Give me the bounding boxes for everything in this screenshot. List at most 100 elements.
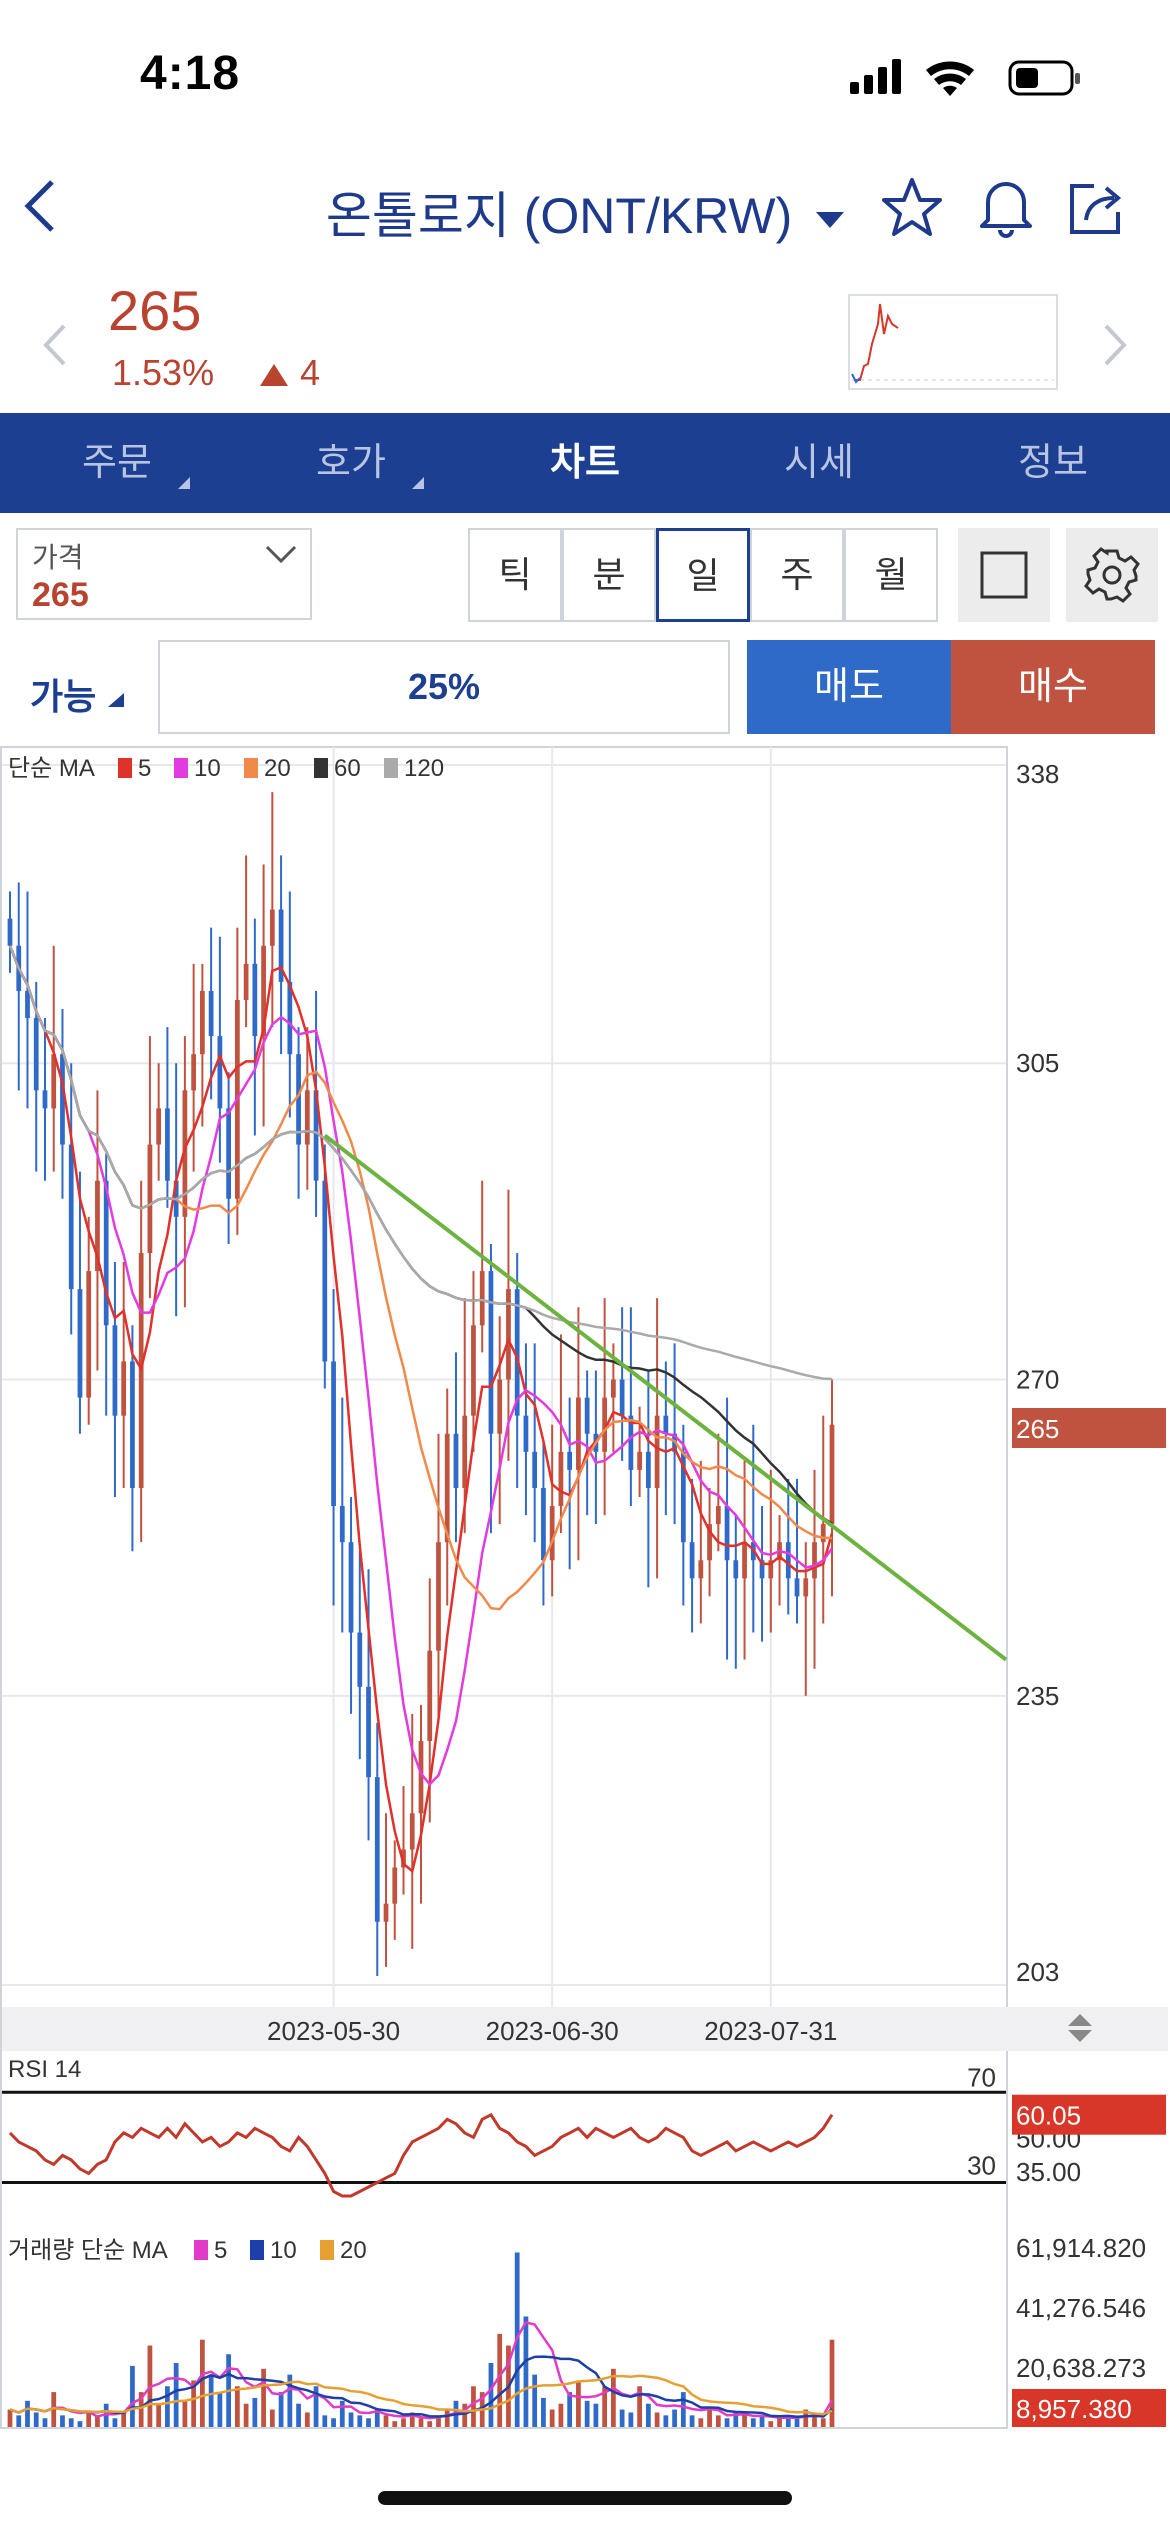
candle-body bbox=[366, 1686, 371, 1778]
sell-button[interactable]: 매도 bbox=[747, 640, 951, 734]
star-icon[interactable] bbox=[880, 176, 944, 240]
candle-body bbox=[645, 1451, 651, 1488]
candle-body bbox=[339, 1506, 345, 1543]
share-icon[interactable] bbox=[1064, 176, 1128, 240]
volume-legend-title: 거래량 단순 MA bbox=[8, 2237, 168, 2264]
candle-body bbox=[611, 1379, 616, 1398]
price-tick-label: 305 bbox=[1016, 1048, 1059, 1078]
date-tick-label: 2023-05-30 bbox=[267, 2016, 400, 2046]
candle-body bbox=[724, 1506, 730, 1561]
volume-bar bbox=[619, 2409, 625, 2427]
candle-body bbox=[68, 1144, 74, 1290]
volume-bar bbox=[16, 2415, 22, 2427]
period-month[interactable]: 월 bbox=[844, 528, 938, 622]
nav-tabs: 주문 호가 차트 시세 정보 bbox=[0, 413, 1170, 513]
candle-body bbox=[217, 1036, 223, 1109]
rsi-level-label: 70 bbox=[967, 2062, 996, 2092]
volume-bar bbox=[33, 2412, 39, 2427]
date-tick-label: 2023-07-31 bbox=[704, 2016, 837, 2046]
volume-bar bbox=[392, 2421, 398, 2427]
home-indicator[interactable] bbox=[378, 2491, 792, 2505]
bell-icon[interactable] bbox=[974, 174, 1038, 240]
settings-button[interactable] bbox=[1066, 528, 1158, 622]
candle-body bbox=[436, 1542, 441, 1651]
candle-body bbox=[86, 1271, 92, 1398]
rsi-current-label: 60.05 bbox=[1016, 2101, 1081, 2131]
period-week[interactable]: 주 bbox=[750, 528, 844, 622]
available-toggle[interactable]: 가능 bbox=[30, 668, 126, 720]
candle-body bbox=[689, 1542, 695, 1579]
candle-body bbox=[322, 1180, 328, 1362]
rsi-axis-label: 35.00 bbox=[1016, 2157, 1081, 2187]
buy-button[interactable]: 매수 bbox=[951, 640, 1155, 734]
prev-icon[interactable] bbox=[40, 322, 70, 368]
candle-body bbox=[812, 1542, 817, 1579]
price-tick-label: 235 bbox=[1016, 1681, 1059, 1711]
volume-bar bbox=[234, 2386, 240, 2427]
volume-bar bbox=[261, 2368, 266, 2427]
date-tick-label: 2023-06-30 bbox=[486, 2016, 619, 2046]
candle-body bbox=[383, 1903, 389, 1922]
percent-input[interactable]: 25% bbox=[158, 640, 730, 734]
ma-legend-swatch bbox=[118, 758, 132, 778]
volume-bar bbox=[121, 2412, 127, 2427]
volume-bar bbox=[252, 2397, 258, 2427]
volume-bar bbox=[296, 2403, 301, 2427]
volume-bar bbox=[7, 2409, 13, 2427]
period-tick[interactable]: 틱 bbox=[468, 528, 562, 622]
ma-legend-swatch bbox=[244, 758, 258, 778]
tab-order[interactable]: 주문 bbox=[0, 413, 234, 513]
volume-bar bbox=[200, 2339, 205, 2427]
price-tick-label: 338 bbox=[1016, 759, 1059, 789]
battery-icon bbox=[1008, 60, 1080, 96]
volume-bar bbox=[60, 2415, 65, 2427]
period-minute[interactable]: 분 bbox=[562, 528, 656, 622]
volume-bar bbox=[68, 2418, 74, 2427]
candle-body bbox=[226, 1108, 231, 1199]
candle-body bbox=[130, 1361, 135, 1488]
candle-body bbox=[269, 909, 275, 946]
volume-legend-swatch bbox=[250, 2240, 264, 2260]
volume-bar bbox=[663, 2415, 669, 2427]
volume-bar bbox=[208, 2374, 214, 2427]
ma-legend-swatch bbox=[314, 758, 328, 778]
period-day[interactable]: 일 bbox=[656, 528, 750, 622]
volume-bar bbox=[654, 2412, 660, 2427]
tab-info[interactable]: 정보 bbox=[936, 413, 1170, 513]
signal-icon bbox=[850, 59, 901, 94]
square-icon bbox=[980, 551, 1028, 599]
candle-body bbox=[392, 1867, 398, 1904]
volume-bar bbox=[541, 2397, 546, 2427]
mini-chart[interactable] bbox=[848, 294, 1058, 390]
volume-bar bbox=[182, 2400, 188, 2427]
candle-body bbox=[156, 1108, 162, 1145]
volume-bar bbox=[750, 2418, 756, 2427]
candle-body bbox=[427, 1650, 433, 1741]
status-icons bbox=[850, 59, 1080, 96]
price-axis: 338 305 270 235 203 bbox=[1016, 759, 1059, 1987]
gear-icon bbox=[1084, 547, 1140, 603]
volume-bar bbox=[794, 2418, 800, 2427]
tab-market-price[interactable]: 시세 bbox=[702, 413, 936, 513]
volume-bar bbox=[567, 2392, 573, 2427]
volume-bar bbox=[173, 2363, 179, 2427]
candle-body bbox=[243, 963, 249, 1000]
next-icon[interactable] bbox=[1100, 322, 1130, 368]
volume-bar bbox=[768, 2421, 774, 2427]
tab-orderbook[interactable]: 호가 bbox=[234, 413, 468, 513]
candle-body bbox=[471, 1325, 476, 1416]
price-select-label: 가격 bbox=[32, 542, 84, 573]
candle-body bbox=[304, 1090, 310, 1145]
volume-bar bbox=[331, 2418, 336, 2427]
ma-legend-title: 단순 MA bbox=[8, 755, 95, 782]
volume-current-label: 8,957.380 bbox=[1016, 2394, 1132, 2424]
volume-bar bbox=[724, 2418, 730, 2427]
price-select[interactable]: 가격 265 bbox=[16, 528, 312, 620]
candle-body bbox=[77, 1289, 83, 1398]
candle-body bbox=[829, 1424, 835, 1525]
volume-bar bbox=[77, 2421, 83, 2427]
chart-area[interactable]: 단순 MA 5 10 20 60 120 338305270235203 265 202… bbox=[0, 745, 1170, 2430]
candle-body bbox=[25, 990, 30, 1019]
layout-button[interactable] bbox=[958, 528, 1050, 622]
tab-chart[interactable]: 차트 bbox=[468, 413, 702, 513]
